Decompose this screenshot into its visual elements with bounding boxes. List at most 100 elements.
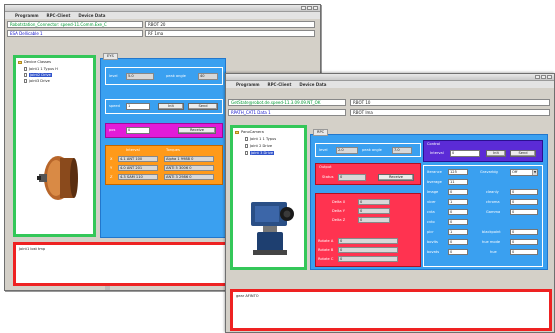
receive-button[interactable]: Receive [178, 127, 216, 134]
param-field[interactable]: 0 [448, 189, 468, 195]
tree-root[interactable]: PanoCamera [235, 130, 264, 134]
row-x-interval: 4.1 ANT 100 [118, 156, 158, 162]
delta-x-label: Delta X [332, 200, 346, 204]
level-field[interactable]: 2.0 [336, 147, 358, 154]
param-field[interactable]: 0 [510, 229, 538, 235]
param-field[interactable]: 11 [448, 179, 468, 185]
interval-field[interactable]: 0 [450, 150, 480, 157]
status-field[interactable]: 0 [338, 174, 366, 181]
peak-angle-field[interactable]: 40 [198, 73, 218, 80]
menu-item-programm[interactable]: Programm [236, 82, 260, 87]
address-right-field[interactable]: RBOT 10 [350, 99, 550, 106]
title-bar[interactable] [5, 5, 320, 12]
menu-item-device-data[interactable]: Device Data [299, 82, 326, 87]
output-title: Output [319, 165, 332, 169]
maximize-button[interactable] [541, 75, 546, 79]
param-field[interactable]: 0 [510, 209, 538, 215]
document-icon [24, 73, 27, 77]
param-field[interactable]: 0 [448, 249, 468, 255]
param-field[interactable]: 125 [448, 169, 468, 175]
resize-grip[interactable] [105, 286, 110, 290]
param-field[interactable]: 0 [448, 239, 468, 245]
send-button[interactable]: Send [510, 150, 536, 157]
row-z-label: Z [110, 175, 113, 179]
peak-angle-field[interactable]: 7.0 [392, 147, 412, 154]
maximize-button[interactable] [307, 6, 312, 10]
delta-y-field[interactable]: 0 [358, 208, 390, 214]
menu-bar: Programm RPC-Client Device Data [5, 12, 320, 19]
peak-angle-label: peak angle [362, 148, 382, 152]
row-y-interval: 4.0 ANT 201 [118, 165, 158, 171]
row-x-torque: Alpha 1 9988 0 [164, 156, 214, 162]
pos-field[interactable]: 0 [126, 127, 150, 134]
address-field[interactable]: GetState@robot.de.speed-11.3.09.09.NT_OK [228, 99, 346, 106]
param-label: vicer [427, 200, 436, 204]
minimize-button[interactable] [535, 75, 540, 79]
path-field[interactable]: RPATH_CAT1 Data 1 [228, 109, 346, 116]
param-label: cleanly [486, 190, 499, 194]
tab-eys[interactable]: EYS [103, 53, 118, 60]
delta-z-field[interactable]: 0 [358, 217, 390, 223]
device-tree[interactable]: Device Classes Joint1 1 Typus H joint2 D… [13, 55, 96, 237]
torque-table: Interval Torques X 4.1 ANT 100 Alpha 1 9… [105, 145, 223, 185]
log-output[interactable]: gear AFINTO [230, 289, 552, 331]
param-label: Gravarbig [480, 170, 498, 174]
speed-field[interactable]: 1 [126, 103, 150, 110]
tree-item-joint2[interactable]: Joint 2 Drive [245, 144, 272, 148]
send-button[interactable]: Send [188, 103, 218, 110]
path-right-field[interactable]: RF 1ma [145, 30, 315, 37]
rotate-b-field[interactable]: 0 [338, 247, 398, 253]
menu-item-rpc-client[interactable]: RPC-Client [47, 13, 71, 18]
path-field[interactable]: ESA Dellicable 1 [7, 30, 143, 37]
rotate-a-field[interactable]: 0 [338, 238, 398, 244]
minimize-button[interactable] [301, 6, 306, 10]
param-label: bovits [427, 240, 438, 244]
document-icon [245, 137, 248, 141]
pos-panel: pos 0 Receive [105, 123, 223, 138]
pos-label: pos [109, 128, 116, 132]
path-right-field[interactable]: RBOT Ima [350, 109, 550, 116]
rotate-c-field[interactable]: 0 [338, 256, 398, 262]
level-field[interactable]: 5.0 [126, 73, 154, 80]
menu-item-rpc-client[interactable]: RPC-Client [268, 82, 292, 87]
param-field[interactable]: 1 [448, 229, 468, 235]
close-button[interactable] [547, 75, 552, 79]
close-button[interactable] [313, 6, 318, 10]
tree-root[interactable]: Device Classes [18, 60, 51, 64]
menu-item-device-data[interactable]: Device Data [78, 13, 105, 18]
address-right-field[interactable]: RBOT 20 [145, 21, 315, 28]
param-field[interactable]: 0 [448, 209, 468, 215]
param-field[interactable]: 0 [510, 199, 538, 205]
row-y-torque: ANTI 5 3006 0 [164, 165, 214, 171]
log-output[interactable]: Joint1 lost tmp [13, 242, 231, 286]
folder-icon [235, 130, 239, 134]
rotate-c-label: Rotate C [318, 257, 334, 261]
gravarbig-dropdown[interactable]: Off ▼ [510, 169, 538, 176]
tree-item-joint2[interactable]: joint2 Drive [24, 73, 52, 77]
param-field[interactable]: 0 [510, 249, 538, 255]
param-field[interactable]: 0 [448, 219, 468, 225]
param-field[interactable]: 0 [510, 239, 538, 245]
title-bar[interactable] [226, 74, 554, 81]
tree-item-joint1[interactable]: Joint1 1 Typus H [24, 67, 58, 71]
level-label: level [319, 148, 328, 152]
param-label: hue mode [482, 240, 501, 244]
init-button[interactable]: Init [486, 150, 506, 157]
tree-item-joint1[interactable]: Joint 1 1 Typus [245, 137, 276, 141]
tree-item-joint3[interactable]: joint3 Drive [24, 79, 50, 83]
tree-item-joint3[interactable]: Joint 3 Drive [245, 151, 275, 155]
menu-item-programm[interactable]: Programm [15, 13, 39, 18]
address-field[interactable]: Robotstation_Connector: speed-11.Comm.Ex… [7, 21, 143, 28]
param-label: cvto [427, 220, 435, 224]
main-window-front[interactable]: Programm RPC-Client Device Data GetState… [225, 73, 555, 333]
param-field[interactable]: 1 [448, 199, 468, 205]
param-field[interactable]: 0 [510, 189, 538, 195]
camera-params-panel: Iterance 125 bverage 11 Image 0 vicer 1 … [423, 165, 543, 267]
device-tree[interactable]: PanoCamera Joint 1 1 Typus Joint 2 Drive… [230, 125, 307, 270]
receive-button[interactable]: Receive [378, 174, 414, 181]
delta-x-field[interactable]: 0 [358, 199, 390, 205]
control-panel: Control Interval 0 Init Send [423, 140, 543, 162]
param-label: Image [427, 190, 439, 194]
tab-rpc[interactable]: RPC [313, 129, 329, 136]
init-button[interactable]: Init [158, 103, 184, 110]
